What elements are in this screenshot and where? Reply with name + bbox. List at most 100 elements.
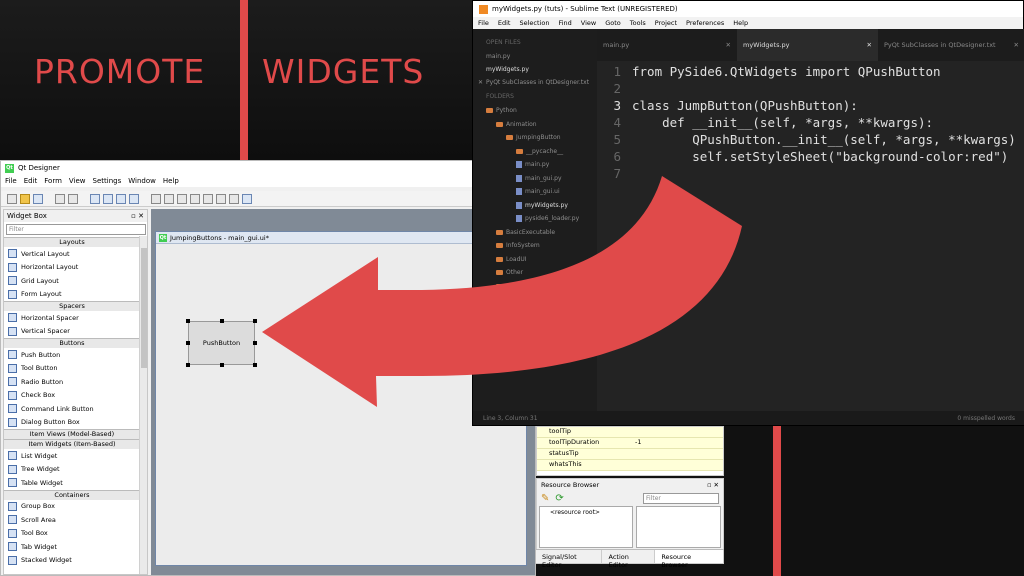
sublime-menu-file[interactable]: File xyxy=(478,19,489,27)
open-folder-icon[interactable] xyxy=(20,193,30,204)
sublime-menu-preferences[interactable]: Preferences xyxy=(686,19,724,27)
widget-item[interactable]: List Widget xyxy=(4,449,140,463)
qt-menu-edit[interactable]: Edit xyxy=(24,177,38,185)
code-line[interactable]: 4 def __init__(self, *args, **kwargs): xyxy=(597,114,933,131)
open-file-item[interactable]: main.py xyxy=(486,53,510,60)
selection-handle[interactable] xyxy=(186,341,190,345)
selection-handle[interactable] xyxy=(253,341,257,345)
layout-grid-icon[interactable] xyxy=(203,193,213,204)
code-line[interactable]: 5 QPushButton.__init__(self, *args, **kw… xyxy=(597,131,1015,148)
code-line[interactable]: 7 xyxy=(597,165,632,182)
sublime-menu-view[interactable]: View xyxy=(581,19,596,27)
selection-handle[interactable] xyxy=(253,363,257,367)
qt-menu-view[interactable]: View xyxy=(69,177,86,185)
layout-form-icon[interactable] xyxy=(216,193,226,204)
edit-buddies-icon[interactable] xyxy=(116,193,126,204)
tab-close-icon[interactable]: ✕ xyxy=(726,41,731,49)
qt-menu-help[interactable]: Help xyxy=(163,177,179,185)
tab-close-icon[interactable]: ✕ xyxy=(1014,41,1019,49)
folder-item[interactable]: Python xyxy=(486,107,517,114)
open-file-item[interactable]: myWidgets.py xyxy=(486,66,529,73)
tab-main-py[interactable]: main.py ✕ xyxy=(597,29,737,61)
widget-category-header[interactable]: Layouts xyxy=(4,237,140,247)
edit-widgets-icon[interactable] xyxy=(90,193,100,204)
selection-handle[interactable] xyxy=(220,319,224,323)
sublime-menu-find[interactable]: Find xyxy=(558,19,571,27)
sublime-menu-help[interactable]: Help xyxy=(733,19,748,27)
copy-icon[interactable] xyxy=(55,193,65,204)
tab-signal-slot-editor[interactable]: Signal/Slot Editor xyxy=(536,550,603,569)
resource-root-item[interactable]: <resource root> xyxy=(550,509,600,516)
open-file-item[interactable]: ✕ PyQt SubClasses in QtDesigner.txt xyxy=(478,79,589,86)
tab-close-icon[interactable]: ✕ xyxy=(867,41,872,49)
file-item[interactable]: main_gui.py xyxy=(516,174,562,182)
file-item[interactable]: main_gui.ui xyxy=(516,188,560,195)
folder-item[interactable]: Styles xyxy=(496,296,524,303)
widget-item[interactable]: Vertical Layout xyxy=(4,247,140,261)
folder-item[interactable]: QrcFiles xyxy=(496,283,530,290)
widget-item[interactable]: Group Box xyxy=(4,500,140,514)
widget-item[interactable]: Table Widget xyxy=(4,476,140,490)
code-line[interactable]: 6 self.setStyleSheet("background-color:r… xyxy=(597,148,1008,165)
resource-filter-input[interactable]: Filter xyxy=(643,493,719,504)
widget-item[interactable]: Push Button xyxy=(4,348,140,362)
tab-pyqt-subclasses-txt[interactable]: PyQt SubClasses in QtDesigner.txt ✕ xyxy=(878,29,1024,61)
dock-close-icon[interactable]: ▫ ✕ xyxy=(131,212,144,220)
edit-resources-icon[interactable]: ✎ xyxy=(541,493,549,504)
layout-splitter-v-icon[interactable] xyxy=(190,193,200,204)
layout-horizontal-icon[interactable] xyxy=(151,193,161,204)
widget-item[interactable]: Horizontal Layout xyxy=(4,261,140,275)
folder-item[interactable]: __pycache__ xyxy=(516,148,563,155)
widget-item[interactable]: Form Layout xyxy=(4,288,140,302)
push-button-widget[interactable]: PushButton xyxy=(188,321,255,365)
folder-item[interactable]: Animation xyxy=(496,121,537,128)
widget-item[interactable]: Tool Box xyxy=(4,527,140,541)
widget-filter-input[interactable]: Filter xyxy=(6,224,146,235)
sublime-menu-project[interactable]: Project xyxy=(655,19,677,27)
widget-item[interactable]: Command Link Button xyxy=(4,402,140,416)
folder-item[interactable]: JumpingButton xyxy=(506,134,561,141)
widget-category-header[interactable]: Item Views (Model-Based) xyxy=(4,429,140,439)
tab-action-editor[interactable]: Action Editor xyxy=(602,550,656,569)
resource-list[interactable] xyxy=(635,506,721,548)
tab-mywidgets-py[interactable]: myWidgets.py ✕ xyxy=(737,29,878,61)
sublime-menu-tools[interactable]: Tools xyxy=(630,19,646,27)
edit-tab-order-icon[interactable] xyxy=(129,193,139,204)
qt-menu-file[interactable]: File xyxy=(5,177,17,185)
widget-item[interactable]: Scroll Area xyxy=(4,513,140,527)
widget-item[interactable]: Radio Button xyxy=(4,375,140,389)
widget-item[interactable]: Grid Layout xyxy=(4,274,140,288)
widget-category-header[interactable]: Item Widgets (Item-Based) xyxy=(4,439,140,449)
layout-vertical-icon[interactable] xyxy=(164,193,174,204)
widget-category-header[interactable]: Spacers xyxy=(4,301,140,311)
code-line[interactable]: 1 from PySide6.QtWidgets import QPushButt… xyxy=(597,63,940,80)
file-item[interactable]: main.py xyxy=(516,161,549,168)
selection-handle[interactable] xyxy=(220,363,224,367)
property-row[interactable]: toolTipDuration -1 xyxy=(537,438,723,449)
widget-category-header[interactable]: Containers xyxy=(4,489,140,500)
resource-tree[interactable]: <resource root> xyxy=(539,506,633,548)
dock-close-icon[interactable]: ▫ ✕ xyxy=(707,481,719,489)
widget-item[interactable]: Vertical Spacer xyxy=(4,325,140,339)
sublime-menu-selection[interactable]: Selection xyxy=(519,19,549,27)
code-line[interactable]: 3 class JumpButton(QPushButton): xyxy=(597,97,857,114)
reload-icon[interactable]: ⟳ xyxy=(555,493,563,504)
new-file-icon[interactable] xyxy=(7,193,17,204)
widget-item[interactable]: Tree Widget xyxy=(4,463,140,477)
widget-item[interactable]: Tab Widget xyxy=(4,540,140,554)
code-line[interactable]: 2 xyxy=(597,80,632,97)
qt-menu-form[interactable]: Form xyxy=(44,177,62,185)
adjust-size-icon[interactable] xyxy=(242,193,252,204)
edit-signals-icon[interactable] xyxy=(103,193,113,204)
sublime-menu-goto[interactable]: Goto xyxy=(605,19,621,27)
close-icon[interactable]: ✕ xyxy=(478,79,483,86)
folder-item[interactable]: InfoSystem xyxy=(496,242,540,249)
file-item[interactable]: myWidgets.py xyxy=(516,201,568,209)
qt-menu-settings[interactable]: Settings xyxy=(93,177,122,185)
folder-item[interactable]: Other xyxy=(496,269,523,276)
layout-splitter-h-icon[interactable] xyxy=(177,193,187,204)
code-editor[interactable]: 1 from PySide6.QtWidgets import QPushButt… xyxy=(597,61,1024,411)
folder-item[interactable]: LoadUI xyxy=(496,256,527,263)
selection-handle[interactable] xyxy=(186,319,190,323)
widget-item[interactable]: Stacked Widget xyxy=(4,554,140,568)
